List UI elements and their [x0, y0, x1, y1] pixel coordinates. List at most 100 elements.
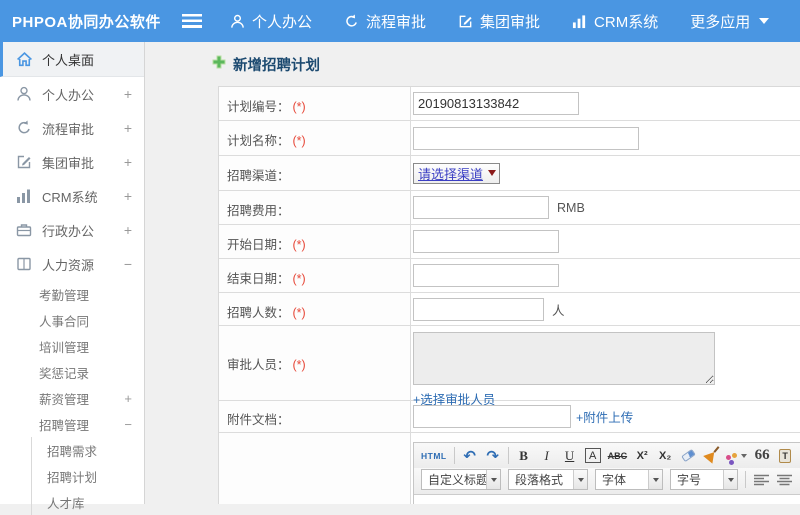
sidebar-item-label: 招聘计划: [47, 470, 98, 485]
nav-group-approval[interactable]: 集团审批: [458, 11, 540, 32]
toolbar-separator: [745, 471, 746, 488]
expand-toggle[interactable]: +: [122, 154, 134, 170]
sidebar-item-group-approval[interactable]: 集团审批 +: [0, 145, 144, 179]
align-center-icon[interactable]: [776, 471, 792, 488]
sidebar-item-talent-pool[interactable]: 人才库: [32, 489, 144, 515]
undo-icon[interactable]: ↶: [462, 447, 478, 465]
end-date-input[interactable]: [413, 264, 559, 287]
font-family-select[interactable]: 字体: [595, 469, 663, 490]
menu-toggle-icon[interactable]: [182, 14, 202, 28]
required-mark: (*): [292, 238, 306, 252]
clean-format-brush-icon[interactable]: [703, 447, 719, 464]
superscript-button[interactable]: X²: [634, 447, 650, 464]
subscript-button[interactable]: X₂: [657, 447, 673, 464]
strikethrough-button[interactable]: ABC: [608, 447, 628, 464]
sidebar-item-admin-office[interactable]: 行政办公 +: [0, 213, 144, 247]
paragraph-format-select[interactable]: 段落格式: [508, 469, 588, 490]
form-row-plan-name: 计划名称： (*): [219, 121, 800, 156]
editor-toolbar-row-2: 自定义标题 段落格式 字体 字号: [414, 468, 800, 495]
start-date-input[interactable]: [413, 230, 559, 253]
nav-crm-system[interactable]: CRM系统: [572, 11, 658, 32]
editor-content-area[interactable]: [414, 495, 800, 504]
edit-icon: [16, 154, 33, 171]
redo-icon[interactable]: ↷: [485, 447, 501, 465]
html-source-button[interactable]: HTML: [421, 447, 447, 464]
nav-label: 流程审批: [366, 13, 427, 31]
field-label: 招聘费用：: [227, 204, 290, 218]
field-label: 招聘人数：: [227, 306, 290, 320]
sidebar-item-label: 个人桌面: [42, 52, 95, 68]
sidebar-item-label: 奖惩记录: [39, 366, 90, 381]
expand-toggle[interactable]: +: [124, 391, 132, 406]
select-arrow-icon: [573, 470, 587, 489]
nav-more-apps[interactable]: 更多应用: [690, 11, 770, 32]
form-row-attachment: 附件文档： +附件上传: [219, 401, 800, 433]
expand-toggle[interactable]: −: [124, 417, 132, 432]
approvers-textarea[interactable]: [413, 332, 715, 385]
color-effects-icon[interactable]: [726, 447, 748, 464]
sidebar-item-hr-contracts[interactable]: 人事合同: [0, 307, 144, 333]
sidebar-item-label: 招聘管理: [39, 418, 90, 433]
plus-icon: [212, 55, 226, 74]
expand-toggle[interactable]: +: [122, 188, 134, 204]
select-arrow-icon: [648, 470, 662, 489]
paste-as-text-icon[interactable]: T: [777, 447, 793, 464]
form-row-plan-number: 计划编号： (*): [219, 87, 800, 121]
nav-label: CRM系统: [594, 13, 659, 31]
edit-icon: [458, 14, 473, 29]
form-row-approvers: 审批人员： (*) +选择审批人员: [219, 326, 800, 407]
required-mark: (*): [292, 272, 306, 286]
sidebar-item-workflow-approval[interactable]: 流程审批 +: [0, 111, 144, 145]
sidebar-item-label: 流程审批: [42, 121, 95, 137]
attachment-input[interactable]: [413, 405, 571, 428]
home-icon: [16, 51, 33, 68]
recruit-plan-form: 计划编号：(*) 计划名称：(*) 招聘渠道： 请选择渠道 招聘费用：: [218, 86, 800, 504]
bold-button[interactable]: B: [516, 447, 532, 464]
field-label: 结束日期：: [227, 272, 290, 286]
eraser-icon[interactable]: [680, 447, 696, 464]
chart-icon: [572, 14, 587, 29]
plan-number-input[interactable]: [413, 92, 579, 115]
sidebar-item-personal-office[interactable]: 个人办公 +: [0, 77, 144, 111]
sidebar-item-personal-desktop[interactable]: 个人桌面: [0, 42, 144, 77]
nav-personal-office[interactable]: 个人办公: [230, 11, 312, 32]
italic-button[interactable]: I: [539, 447, 555, 464]
expand-toggle[interactable]: +: [122, 120, 134, 136]
expand-toggle[interactable]: +: [122, 222, 134, 238]
channel-select[interactable]: 请选择渠道: [413, 162, 501, 184]
nav-label: 更多应用: [690, 13, 751, 31]
field-label: 招聘渠道：: [227, 169, 290, 183]
sidebar-item-label: CRM系统: [42, 189, 98, 205]
sidebar-item-label: 人事合同: [39, 314, 90, 329]
top-nav: 个人办公 流程审批 集团审批 CRM系统 更多应用: [230, 11, 770, 32]
align-left-icon[interactable]: [753, 471, 769, 488]
underline-button[interactable]: U: [562, 447, 578, 464]
sidebar-item-human-resources[interactable]: 人力资源 −: [0, 247, 144, 281]
plan-name-input[interactable]: [413, 126, 639, 150]
app-header: PHPOA协同办公软件 个人办公 流程审批 集团审批 CRM系统 更多应用: [0, 0, 800, 42]
expand-toggle[interactable]: +: [122, 86, 134, 102]
expand-toggle[interactable]: −: [122, 256, 134, 272]
sidebar-item-recruit-demand[interactable]: 招聘需求: [32, 437, 144, 463]
attachment-upload-link[interactable]: +附件上传: [576, 407, 633, 426]
sidebar-item-crm-system[interactable]: CRM系统 +: [0, 179, 144, 213]
required-mark: (*): [292, 134, 306, 148]
required-mark: (*): [292, 306, 306, 320]
field-label: 开始日期：: [227, 238, 290, 252]
sidebar-item-recruit-mgmt[interactable]: 招聘管理 −: [0, 411, 144, 437]
cost-input[interactable]: [413, 196, 549, 219]
headcount-input[interactable]: [413, 297, 544, 321]
sidebar-item-reward-punishment[interactable]: 奖惩记录: [0, 359, 144, 385]
nav-workflow-approval[interactable]: 流程审批: [344, 11, 426, 32]
book-icon: [16, 256, 33, 273]
sidebar-item-attendance-mgmt[interactable]: 考勤管理: [0, 281, 144, 307]
blockquote-button[interactable]: 66: [754, 447, 770, 464]
sidebar-item-salary-mgmt[interactable]: 薪资管理 +: [0, 385, 144, 411]
sidebar-item-recruit-plan[interactable]: 招聘计划: [32, 463, 144, 489]
custom-heading-select[interactable]: 自定义标题: [421, 469, 501, 490]
select-value: 字体: [602, 473, 627, 487]
font-size-select[interactable]: 字号: [670, 469, 738, 490]
sidebar-item-training-mgmt[interactable]: 培训管理: [0, 333, 144, 359]
select-value: 字号: [677, 473, 702, 487]
remove-format-button[interactable]: A: [584, 448, 601, 463]
